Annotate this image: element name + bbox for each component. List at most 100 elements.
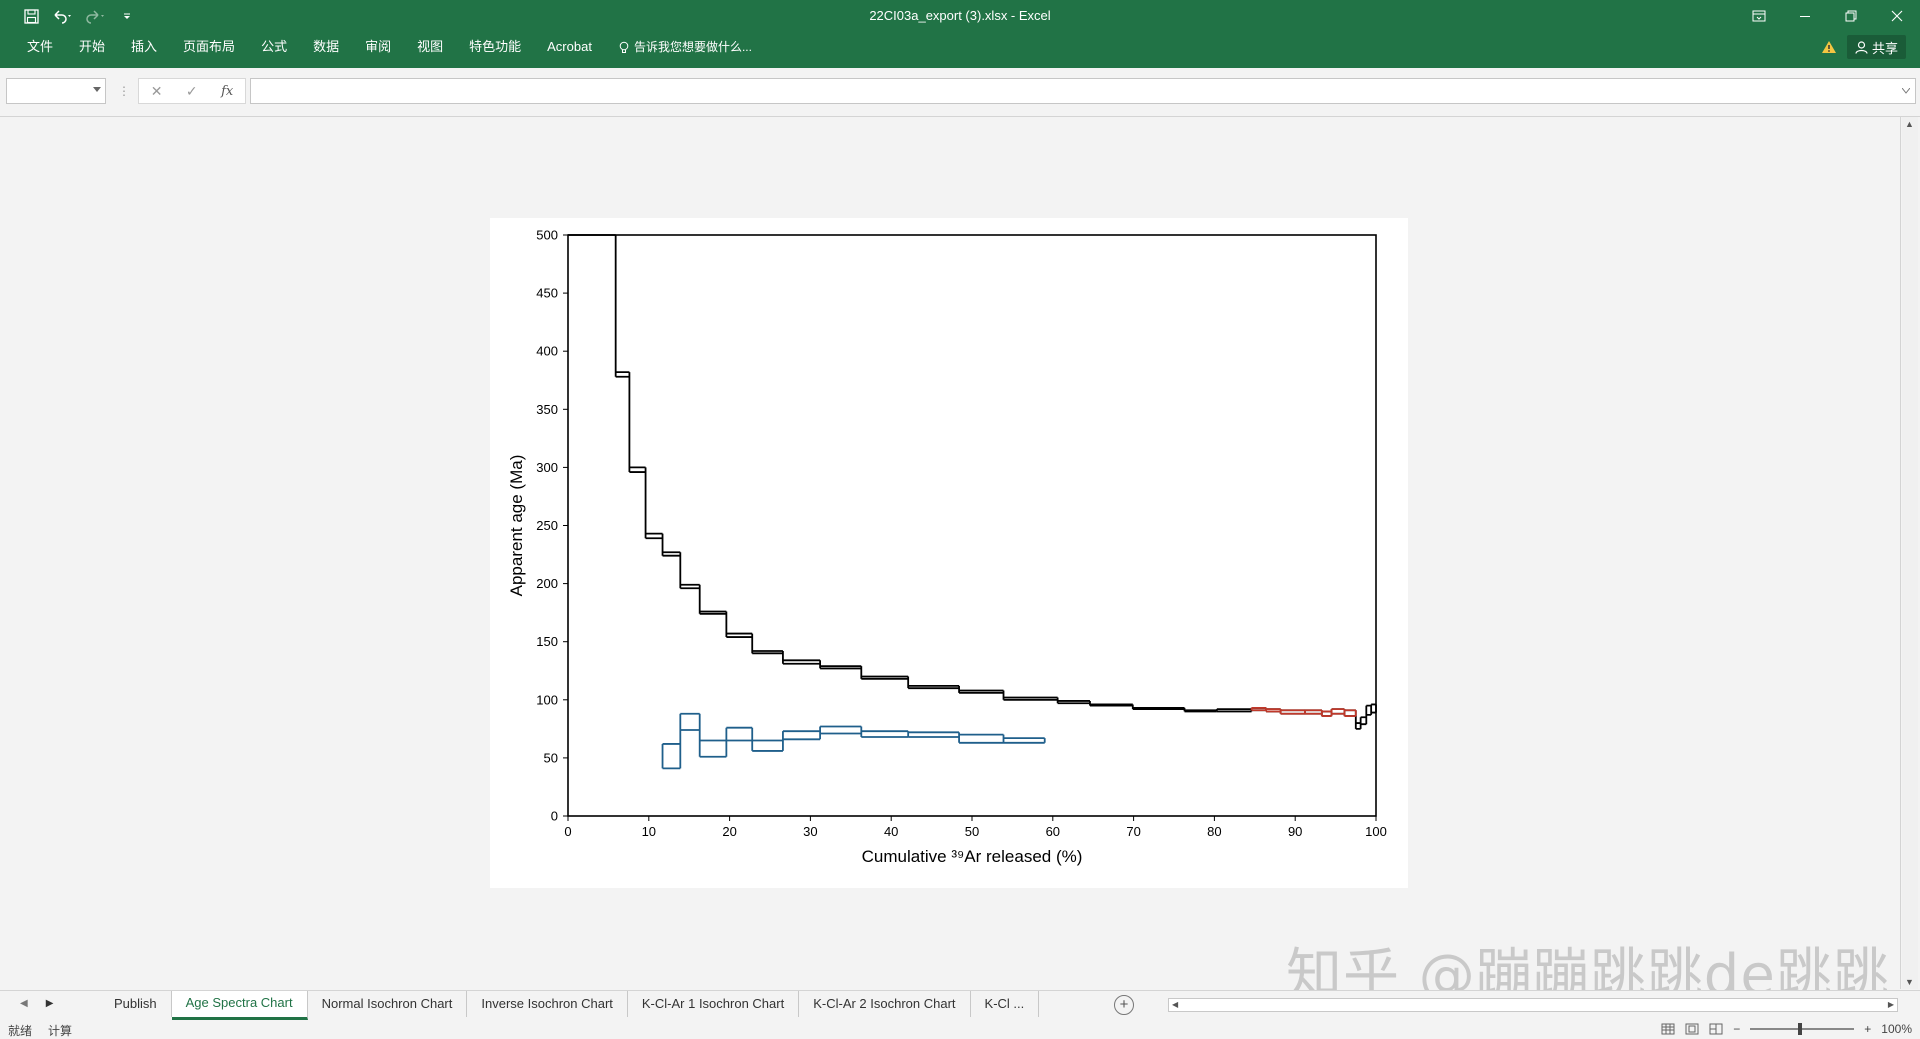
formula-input[interactable] [250,78,1916,104]
sheet-tab-more[interactable]: K-Cl ... [971,991,1040,1017]
next-sheet-icon[interactable]: ▶ [46,998,54,1009]
tell-me-label: 告诉我您想要做什么... [633,40,752,54]
zoom-level[interactable]: 100% [1881,1022,1912,1036]
close-icon [1891,10,1903,22]
zoom-slider[interactable] [1750,1023,1855,1035]
save-button[interactable] [18,3,44,29]
scroll-right-icon[interactable]: ▶ [1888,999,1894,1011]
close-button[interactable] [1874,0,1920,32]
series-1 [1250,707,1357,717]
page-break-view-icon[interactable] [1709,1023,1723,1035]
tell-me-search[interactable]: 告诉我您想要做什么... [605,32,765,62]
formula-actions: ✕ ✓ fx [138,78,246,104]
zoom-in-button[interactable]: + [1864,1022,1871,1036]
series-2 [661,712,1046,770]
status-calc[interactable]: 计算 [48,1022,72,1039]
step-box [1131,704,1185,710]
redo-button[interactable] [82,3,108,29]
page-layout-view-icon[interactable] [1685,1023,1699,1035]
restore-icon [1845,10,1857,22]
sheet-tab-normal-isochron-chart[interactable]: Normal Isochron Chart [308,991,468,1017]
ribbon-display-icon [1752,10,1766,22]
formula-bar-grip[interactable]: ⋮ [118,84,130,98]
cancel-icon[interactable]: ✕ [151,83,163,100]
undo-button[interactable] [50,3,76,29]
insert-function-button[interactable]: fx [221,84,233,99]
vertical-scrollbar[interactable]: ▲ ▼ [1902,117,1918,989]
normal-view-icon[interactable] [1661,1023,1675,1035]
sheet-tab-kclar2-isochron-chart[interactable]: K-Cl-Ar 2 Isochron Chart [799,991,971,1017]
zoom-out-button[interactable]: − [1733,1022,1740,1036]
x-tick-label: 90 [1288,824,1302,839]
tab-acrobat[interactable]: Acrobat [534,32,605,62]
prev-sheet-icon[interactable]: ◀ [20,998,28,1009]
scroll-left-icon[interactable]: ◀ [1172,999,1178,1011]
tab-file[interactable]: 文件 [14,32,66,62]
horizontal-scrollbar[interactable]: ◀ ▶ [1168,998,1898,1012]
sheet-tab-publish[interactable]: Publish [100,991,172,1017]
status-bar: 就绪 计算 − + 100% [0,1020,1920,1039]
step-box [1089,700,1133,707]
x-tick-label: 100 [1365,824,1387,839]
restore-button[interactable] [1828,0,1874,32]
sheet-navigation: ◀ ▶ [20,998,53,1009]
x-tick-label: 60 [1046,824,1060,839]
save-icon [23,8,39,24]
ribbon-display-options-button[interactable] [1736,0,1782,32]
tab-view[interactable]: 视图 [404,32,456,62]
chart-svg: 0 10 20 30 40 50 60 70 80 90 100 0 50 100 150 200 250 300… [507,228,1387,867]
scroll-up-icon[interactable]: ▲ [1905,119,1914,129]
y-tick-label: 500 [536,228,558,243]
y-tick-label: 200 [536,576,558,591]
step-box [1279,709,1305,715]
share-button[interactable]: 共享 [1846,35,1906,59]
step-box [1343,709,1357,717]
enter-icon[interactable]: ✓ [186,83,198,100]
add-sheet-button[interactable]: + [1114,995,1134,1015]
y-tick-label: 150 [536,634,558,649]
scroll-down-icon[interactable]: ▼ [1905,977,1914,987]
x-tick-label: 10 [642,824,656,839]
x-axis-label: Cumulative ³⁹Ar released (%) [862,847,1083,866]
undo-icon [54,9,71,24]
tab-formulas[interactable]: 公式 [248,32,300,62]
tab-review[interactable]: 审阅 [352,32,404,62]
quick-access-toolbar [18,0,140,32]
name-box[interactable] [6,78,106,104]
status-right: − + 100% [1661,1022,1912,1036]
age-spectrum-chart[interactable]: 0 10 20 30 40 50 60 70 80 90 100 0 50 100 150 200 250 300… [490,218,1408,888]
step-box [725,611,753,638]
step-box [614,235,630,378]
sheet-tab-age-spectra-chart[interactable]: Age Spectra Chart [171,991,308,1020]
tab-home[interactable]: 开始 [66,32,118,62]
step-box [1002,734,1046,744]
sheet-tab-kclar1-isochron-chart[interactable]: K-Cl-Ar 1 Isochron Chart [628,991,800,1017]
status-ready: 就绪 [8,1024,33,1038]
x-tick-label: 30 [803,824,817,839]
step-box [860,666,909,680]
step-box [819,725,862,740]
minimize-button[interactable] [1782,0,1828,32]
step-box [1002,690,1058,701]
tab-insert[interactable]: 插入 [118,32,170,62]
warning-icon[interactable] [1821,40,1837,54]
step-box [628,372,646,473]
redo-icon [86,9,104,24]
step-box [860,726,909,738]
zoom-slider-thumb[interactable] [1798,1023,1803,1035]
formula-bar: ⋮ ✕ ✓ fx [0,68,1920,117]
x-tick-label: 50 [965,824,979,839]
step-box [1330,708,1345,717]
sheet-tabs: Publish Age Spectra Chart Normal Isochro… [100,991,1040,1020]
status-left: 就绪 计算 [8,1022,72,1039]
tab-special-features[interactable]: 特色功能 [456,32,534,62]
customize-qat-button[interactable] [114,3,140,29]
step-box [644,467,663,540]
tab-data[interactable]: 数据 [300,32,352,62]
step-box [1250,707,1267,712]
window-controls [1736,0,1920,32]
lightbulb-icon [619,41,629,53]
y-tick-label: 0 [551,809,558,824]
tab-page-layout[interactable]: 页面布局 [170,32,248,62]
sheet-tab-inverse-isochron-chart[interactable]: Inverse Isochron Chart [467,991,628,1017]
